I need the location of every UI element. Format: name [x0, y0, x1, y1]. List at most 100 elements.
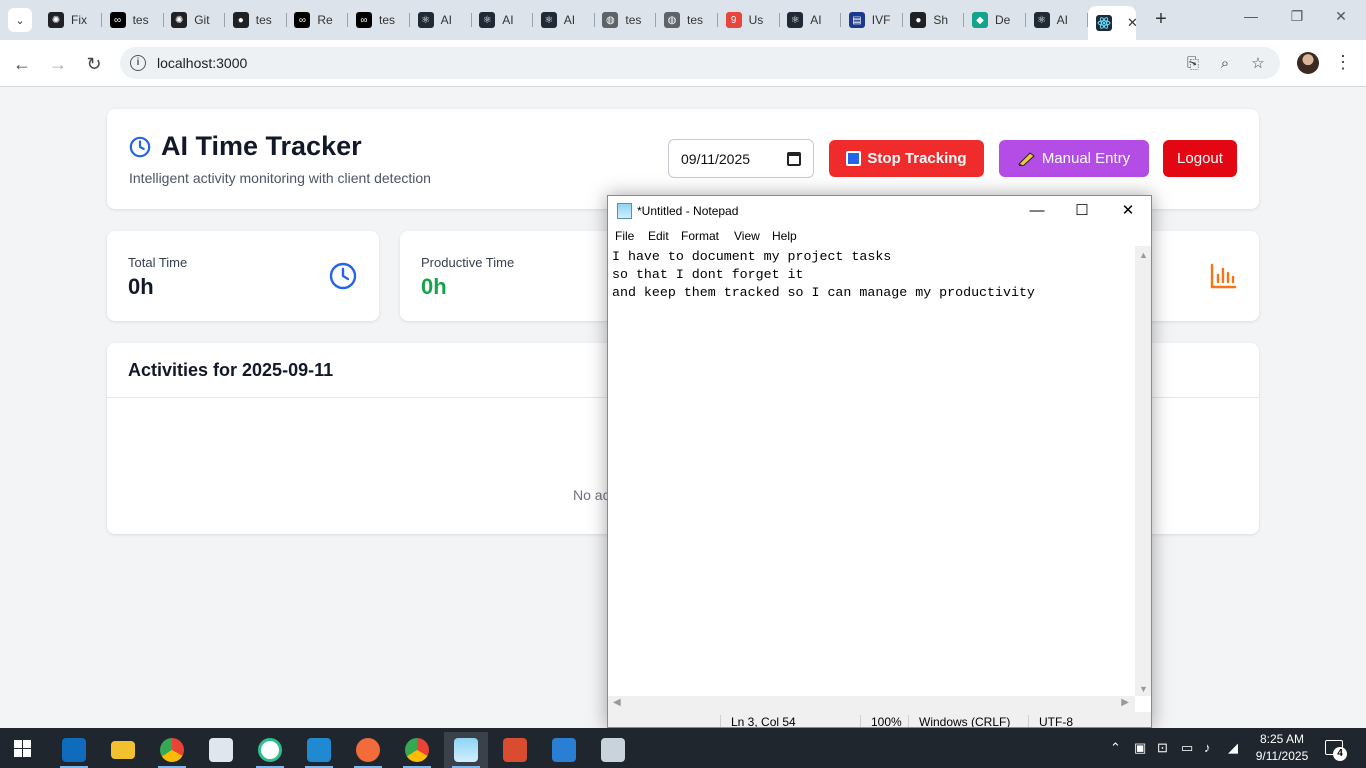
document-app-icon[interactable] [199, 732, 243, 768]
browser-tab[interactable]: ⚛ AI [533, 6, 595, 34]
tab-search-button[interactable]: ⌄ [8, 8, 32, 32]
tab-label: Re [317, 13, 333, 27]
scroll-right-icon[interactable]: ▶ [1121, 697, 1129, 708]
browser-toolbar: ← → ↻ i localhost:3000 ⎘ ⌕ ☆ ⋮ [0, 40, 1366, 87]
new-tab-button[interactable]: + [1150, 8, 1172, 30]
snipping-tool-icon[interactable] [493, 732, 537, 768]
browser-tab[interactable]: 9 Us [718, 6, 780, 34]
browser-tab[interactable]: ∞ Re [286, 6, 349, 34]
bookmark-star-icon[interactable]: ☆ [1248, 54, 1268, 74]
notepad-window[interactable]: *Untitled - Notepad — ☐ ✕ File Edit Form… [607, 195, 1152, 728]
browser-tab[interactable]: ⚛ AI [471, 6, 534, 34]
browser-tab[interactable]: ⚛ AI [410, 6, 472, 34]
vscode-icon[interactable] [297, 732, 341, 768]
battery-icon[interactable]: ▭ [1181, 740, 1193, 756]
wifi-icon[interactable]: ◢ [1228, 740, 1238, 756]
tab-label: tes [132, 13, 149, 27]
menu-file[interactable]: File [615, 229, 634, 243]
forward-arrow-icon[interactable]: → [46, 52, 70, 76]
browser-tab[interactable]: ✺ Git [163, 6, 226, 34]
browser-tab[interactable]: ⚛ AI [1026, 6, 1088, 34]
postman-icon[interactable] [346, 732, 390, 768]
menu-format[interactable]: Format [681, 229, 719, 243]
minimize-icon[interactable]: — [1022, 200, 1052, 222]
page-subtitle: Intelligent activity monitoring with cli… [129, 170, 431, 186]
profile-avatar[interactable] [1297, 52, 1319, 74]
install-app-icon[interactable]: ⎘ [1183, 54, 1203, 74]
tab-label: Fix [71, 13, 87, 27]
react-icon: ⚛ [787, 12, 804, 28]
remote-desktop-icon[interactable] [591, 732, 635, 768]
restore-icon[interactable]: ❐ [1282, 8, 1312, 32]
globe-icon: ◍ [664, 12, 680, 28]
taskbar-clock[interactable]: 8:25 AM 9/11/2025 [1248, 731, 1316, 765]
clock-time: 8:25 AM [1259, 732, 1305, 746]
tab-label: tes [687, 13, 704, 27]
close-icon[interactable]: ✕ [1326, 8, 1356, 32]
horizontal-scrollbar[interactable]: ◀ ▶ [608, 696, 1135, 712]
stat-card-total-time: Total Time 0h [107, 231, 379, 321]
browser-tab[interactable]: ⚛ AI [779, 6, 842, 34]
chevron-up-icon[interactable]: ⌃ [1110, 740, 1121, 756]
activities-title: Activities for 2025-09-11 [128, 360, 334, 380]
minimize-icon[interactable]: — [1236, 8, 1266, 32]
windows-start-icon[interactable] [14, 740, 31, 757]
openai-icon: ✺ [48, 12, 64, 28]
stop-tracking-button[interactable]: Stop Tracking [829, 140, 984, 177]
volume-icon[interactable]: ♪ [1204, 740, 1211, 755]
browser-tab[interactable]: ∞ tes [348, 6, 410, 34]
date-picker[interactable]: 09/11/2025 [668, 139, 814, 178]
manual-entry-button[interactable]: Manual Entry [999, 140, 1149, 177]
browser-tab[interactable]: ◆ De [964, 6, 1026, 34]
notepad-text-area[interactable]: I have to document my project tasks so t… [608, 246, 1135, 696]
browser-tab[interactable]: ▤ IVF [841, 6, 903, 34]
browser-tab[interactable]: ◍ tes [594, 6, 657, 34]
scroll-up-icon[interactable]: ▲ [1139, 250, 1148, 260]
react-icon: ⚛ [1033, 12, 1050, 28]
site-info-icon[interactable]: i [130, 55, 146, 71]
address-bar[interactable]: i localhost:3000 ⎘ ⌕ ☆ [120, 47, 1280, 79]
calendar-icon[interactable] [787, 152, 801, 166]
time-tracker-icon[interactable] [248, 732, 292, 768]
diamond-icon: ◆ [972, 12, 988, 28]
scroll-down-icon[interactable]: ▼ [1139, 684, 1148, 694]
tab-label: AI [502, 13, 514, 27]
tab-label: Git [194, 13, 210, 27]
back-arrow-icon[interactable]: ← [10, 52, 34, 76]
browser-tab[interactable]: ● Sh [902, 6, 965, 34]
react-icon: ⚛ [417, 12, 434, 28]
file-explorer-icon[interactable] [101, 732, 145, 768]
globe-icon: ◍ [602, 12, 619, 28]
security-icon[interactable]: ⊡ [1157, 740, 1168, 756]
browser-menu-icon[interactable]: ⋮ [1334, 52, 1352, 73]
tab-label: Sh [933, 13, 949, 27]
logout-button[interactable]: Logout [1163, 140, 1237, 177]
photos-icon[interactable] [542, 732, 586, 768]
reload-icon[interactable]: ↻ [82, 52, 106, 76]
close-icon[interactable]: ✕ [1113, 200, 1143, 222]
dev-icon: ∞ [356, 12, 372, 28]
pencil-icon [1017, 151, 1035, 166]
menu-help[interactable]: Help [772, 229, 797, 243]
close-tab-icon[interactable]: ✕ [1127, 15, 1136, 31]
browser-tab[interactable]: ✺ Fix [40, 6, 102, 34]
tab-label: tes [625, 13, 642, 27]
dev-icon: ∞ [109, 12, 126, 28]
browser-tab[interactable]: ● tes [225, 6, 287, 34]
tab-active[interactable]: ✕ [1088, 6, 1136, 40]
browser-tab[interactable]: ◍ tes [656, 6, 718, 34]
browser-tab[interactable]: ∞ tes [102, 6, 164, 34]
zoom-icon[interactable]: ⌕ [1215, 54, 1235, 74]
menu-view[interactable]: View [734, 229, 760, 243]
notepad-titlebar[interactable]: *Untitled - Notepad — ☐ ✕ [608, 196, 1151, 226]
notepad-taskbar-icon[interactable] [444, 732, 488, 768]
menu-edit[interactable]: Edit [648, 229, 669, 243]
scroll-left-icon[interactable]: ◀ [613, 697, 621, 708]
vertical-scrollbar[interactable]: ▲ ▼ [1135, 246, 1151, 696]
outlook-icon[interactable] [52, 732, 96, 768]
maximize-icon[interactable]: ☐ [1067, 200, 1097, 222]
dev-icon: ∞ [294, 12, 311, 28]
chrome-profile-icon[interactable] [395, 732, 439, 768]
meet-icon[interactable]: ▣ [1134, 740, 1146, 756]
chrome-icon[interactable] [150, 732, 194, 768]
